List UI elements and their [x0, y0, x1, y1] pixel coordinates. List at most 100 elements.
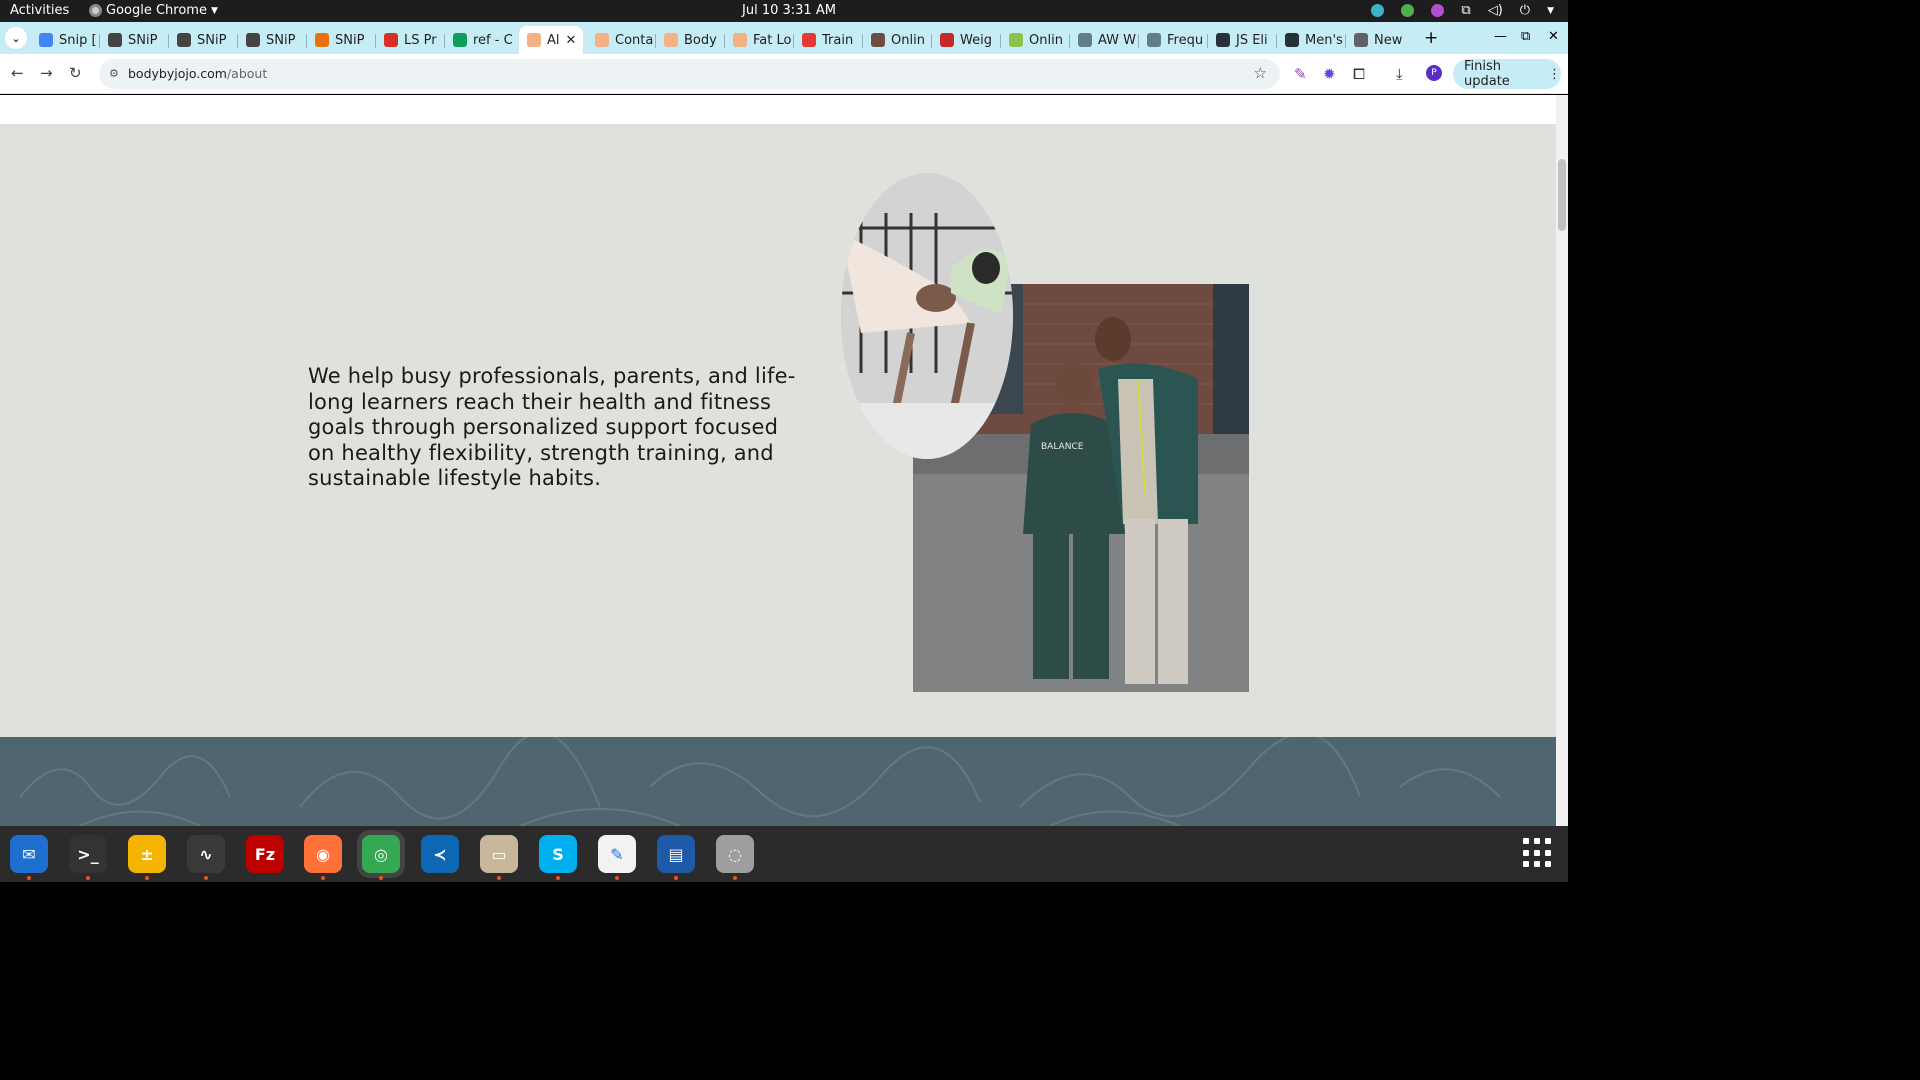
minimize-icon[interactable]: — [1494, 29, 1507, 44]
thunderbird-icon[interactable]: ✉ [10, 835, 48, 873]
files-icon[interactable]: ▭ [480, 835, 518, 873]
chrome-icon[interactable]: ◎ [362, 835, 400, 873]
browser-tab[interactable]: Men's [1277, 26, 1343, 54]
sparkle-extension-icon[interactable]: ✹ [1323, 65, 1336, 83]
browser-tab[interactable]: Al ✕ [519, 26, 583, 54]
system-monitor-icon[interactable]: ∿ [187, 835, 225, 873]
tab-favicon-icon [1147, 33, 1161, 47]
activities-button[interactable]: Activities [10, 3, 69, 18]
finish-update-label: Finish update [1464, 59, 1510, 89]
tray-dropdown-icon[interactable]: ▼ [1547, 6, 1554, 16]
dock-glyph: Fz [254, 844, 276, 864]
browser-tab[interactable]: AW W [1070, 26, 1136, 54]
finish-update-button[interactable]: Finish update ⋮ [1453, 59, 1561, 89]
browser-tab[interactable]: Body [656, 26, 722, 54]
tab-favicon-icon [940, 33, 954, 47]
browser-tab[interactable]: SNiP [307, 26, 373, 54]
dock-glyph: ◌ [728, 844, 742, 864]
dock-glyph: >_ [77, 844, 99, 864]
dock-glyph: ▤ [668, 844, 684, 864]
profile-avatar[interactable]: P [1426, 65, 1442, 81]
browser-tab[interactable]: LS Pr [376, 26, 442, 54]
running-indicator [204, 876, 208, 880]
site-info-icon[interactable]: ⚙ [109, 67, 119, 80]
dropdown-arrow-icon: ▼ [210, 5, 218, 16]
close-window-icon[interactable]: ✕ [1548, 29, 1559, 44]
terminal-icon[interactable]: >_ [69, 835, 107, 873]
about-mission-text: We help busy professionals, parents, and… [308, 364, 796, 490]
browser-tab[interactable]: Fat Lo [725, 26, 791, 54]
reload-button[interactable]: ↻ [69, 64, 82, 82]
tab-label: Weig [960, 32, 992, 48]
browser-tab[interactable]: SNiP [238, 26, 304, 54]
forward-button[interactable]: → [40, 64, 53, 82]
network-icon[interactable]: ⧉ [1461, 3, 1470, 18]
tab-label: Men's [1305, 32, 1343, 48]
running-indicator [145, 876, 149, 880]
clock[interactable]: Jul 10 3:31 AM [742, 3, 836, 18]
page-scrollbar[interactable] [1556, 95, 1568, 826]
dock-glyph: S [552, 844, 564, 864]
address-bar[interactable]: ⚙ bodybyjojo.com/about ☆ [99, 59, 1280, 89]
tab-close-icon[interactable]: ✕ [566, 33, 577, 48]
disk-utility-icon[interactable]: ◌ [716, 835, 754, 873]
new-tab-button[interactable]: + [1424, 28, 1438, 48]
tab-label: JS Eli [1236, 32, 1268, 48]
tab-favicon-icon [177, 33, 191, 47]
download-icon[interactable]: ⤓ [1396, 65, 1403, 83]
notes-icon[interactable]: ± [128, 835, 166, 873]
system-tray[interactable]: ⧉ ◁) ⏻ ▼ [1371, 3, 1554, 18]
dock-glyph: ◎ [374, 844, 388, 864]
next-section-banner [0, 737, 1556, 826]
skype-icon[interactable]: S [539, 835, 577, 873]
filezilla-icon[interactable]: Fz [246, 835, 284, 873]
browser-tab[interactable]: Conta [587, 26, 653, 54]
tab-favicon-icon [871, 33, 885, 47]
app-menu[interactable]: Google Chrome ▼ [89, 3, 218, 18]
tab-favicon-icon [595, 33, 609, 47]
browser-tab[interactable]: Weig [932, 26, 998, 54]
browser-tab[interactable]: Onlin [1001, 26, 1067, 54]
scrollbar-thumb[interactable] [1558, 159, 1566, 231]
status-app-icon[interactable] [1371, 4, 1385, 17]
maximize-icon[interactable]: ⧉ [1521, 29, 1530, 44]
dock-glyph: ✎ [610, 844, 624, 864]
browser-tab[interactable]: New [1346, 26, 1412, 54]
tab-search-button[interactable]: ⌄ [5, 27, 27, 49]
sweatshirt-logo: BALANCE [1041, 442, 1084, 452]
color-app-icon[interactable] [1431, 4, 1445, 17]
back-button[interactable]: ← [11, 64, 24, 82]
document-viewer-icon[interactable]: ▤ [657, 835, 695, 873]
browser-tab[interactable]: Snip [ [31, 26, 97, 54]
browser-tab[interactable]: SNiP [169, 26, 235, 54]
browser-tab[interactable]: JS Eli [1208, 26, 1274, 54]
browser-tab[interactable]: SNiP [100, 26, 166, 54]
browser-tab[interactable]: Onlin [863, 26, 929, 54]
system-top-bar: Activities Google Chrome ▼ Jul 10 3:31 A… [0, 0, 1568, 22]
volume-icon[interactable]: ◁) [1488, 3, 1503, 18]
url-text[interactable]: bodybyjojo.com/about [128, 66, 267, 81]
tab-label: New [1374, 32, 1403, 48]
show-apps-icon[interactable] [1523, 838, 1553, 868]
tab-label: Onlin [1029, 32, 1063, 48]
tab-favicon-icon [384, 33, 398, 47]
tab-label: Onlin [891, 32, 925, 48]
tab-label: Conta [615, 32, 653, 48]
extensions-puzzle-icon[interactable]: ⧠ [1353, 65, 1365, 83]
tab-favicon-icon [1354, 33, 1368, 47]
browser-tab[interactable]: ref - C [445, 26, 515, 54]
tab-label: Al [547, 32, 560, 48]
running-indicator [497, 876, 501, 880]
pen-extension-icon[interactable]: ✎ [1294, 65, 1307, 83]
running-indicator [86, 876, 90, 880]
tab-label: SNiP [266, 32, 296, 48]
firefox-icon[interactable]: ◉ [304, 835, 342, 873]
running-indicator [733, 876, 737, 880]
browser-tab[interactable]: Frequ [1139, 26, 1205, 54]
power-icon[interactable]: ⏻ [1520, 3, 1530, 18]
browser-tab[interactable]: Train [794, 26, 860, 54]
check-status-icon[interactable] [1401, 4, 1415, 17]
text-editor-icon[interactable]: ✎ [598, 835, 636, 873]
bookmark-star-icon[interactable]: ☆ [1254, 64, 1267, 82]
vscode-icon[interactable]: ≺ [421, 835, 459, 873]
